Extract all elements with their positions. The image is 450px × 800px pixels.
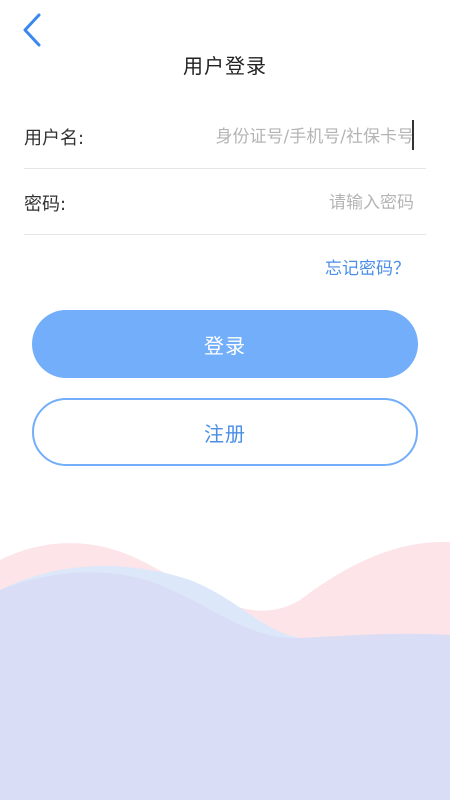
username-label: 用户名: (24, 128, 85, 149)
page-title: 用户登录 (183, 54, 267, 78)
register-button[interactable]: 注册 (32, 398, 418, 466)
password-row: 密码: (24, 172, 426, 235)
chevron-left-icon (23, 13, 41, 47)
username-row: 用户名: (24, 106, 426, 169)
username-input[interactable] (134, 117, 426, 157)
password-label: 密码: (24, 194, 67, 215)
back-button[interactable] (12, 8, 52, 52)
login-button[interactable]: 登录 (32, 310, 418, 378)
wave-decoration (0, 541, 450, 800)
password-input[interactable] (134, 183, 426, 223)
text-caret (412, 120, 414, 150)
login-screen: 用户登录 用户名: 密码: 忘记密码？ 登录 注册 (0, 0, 450, 800)
forgot-password-link[interactable]: 忘记密码？ (325, 254, 410, 279)
